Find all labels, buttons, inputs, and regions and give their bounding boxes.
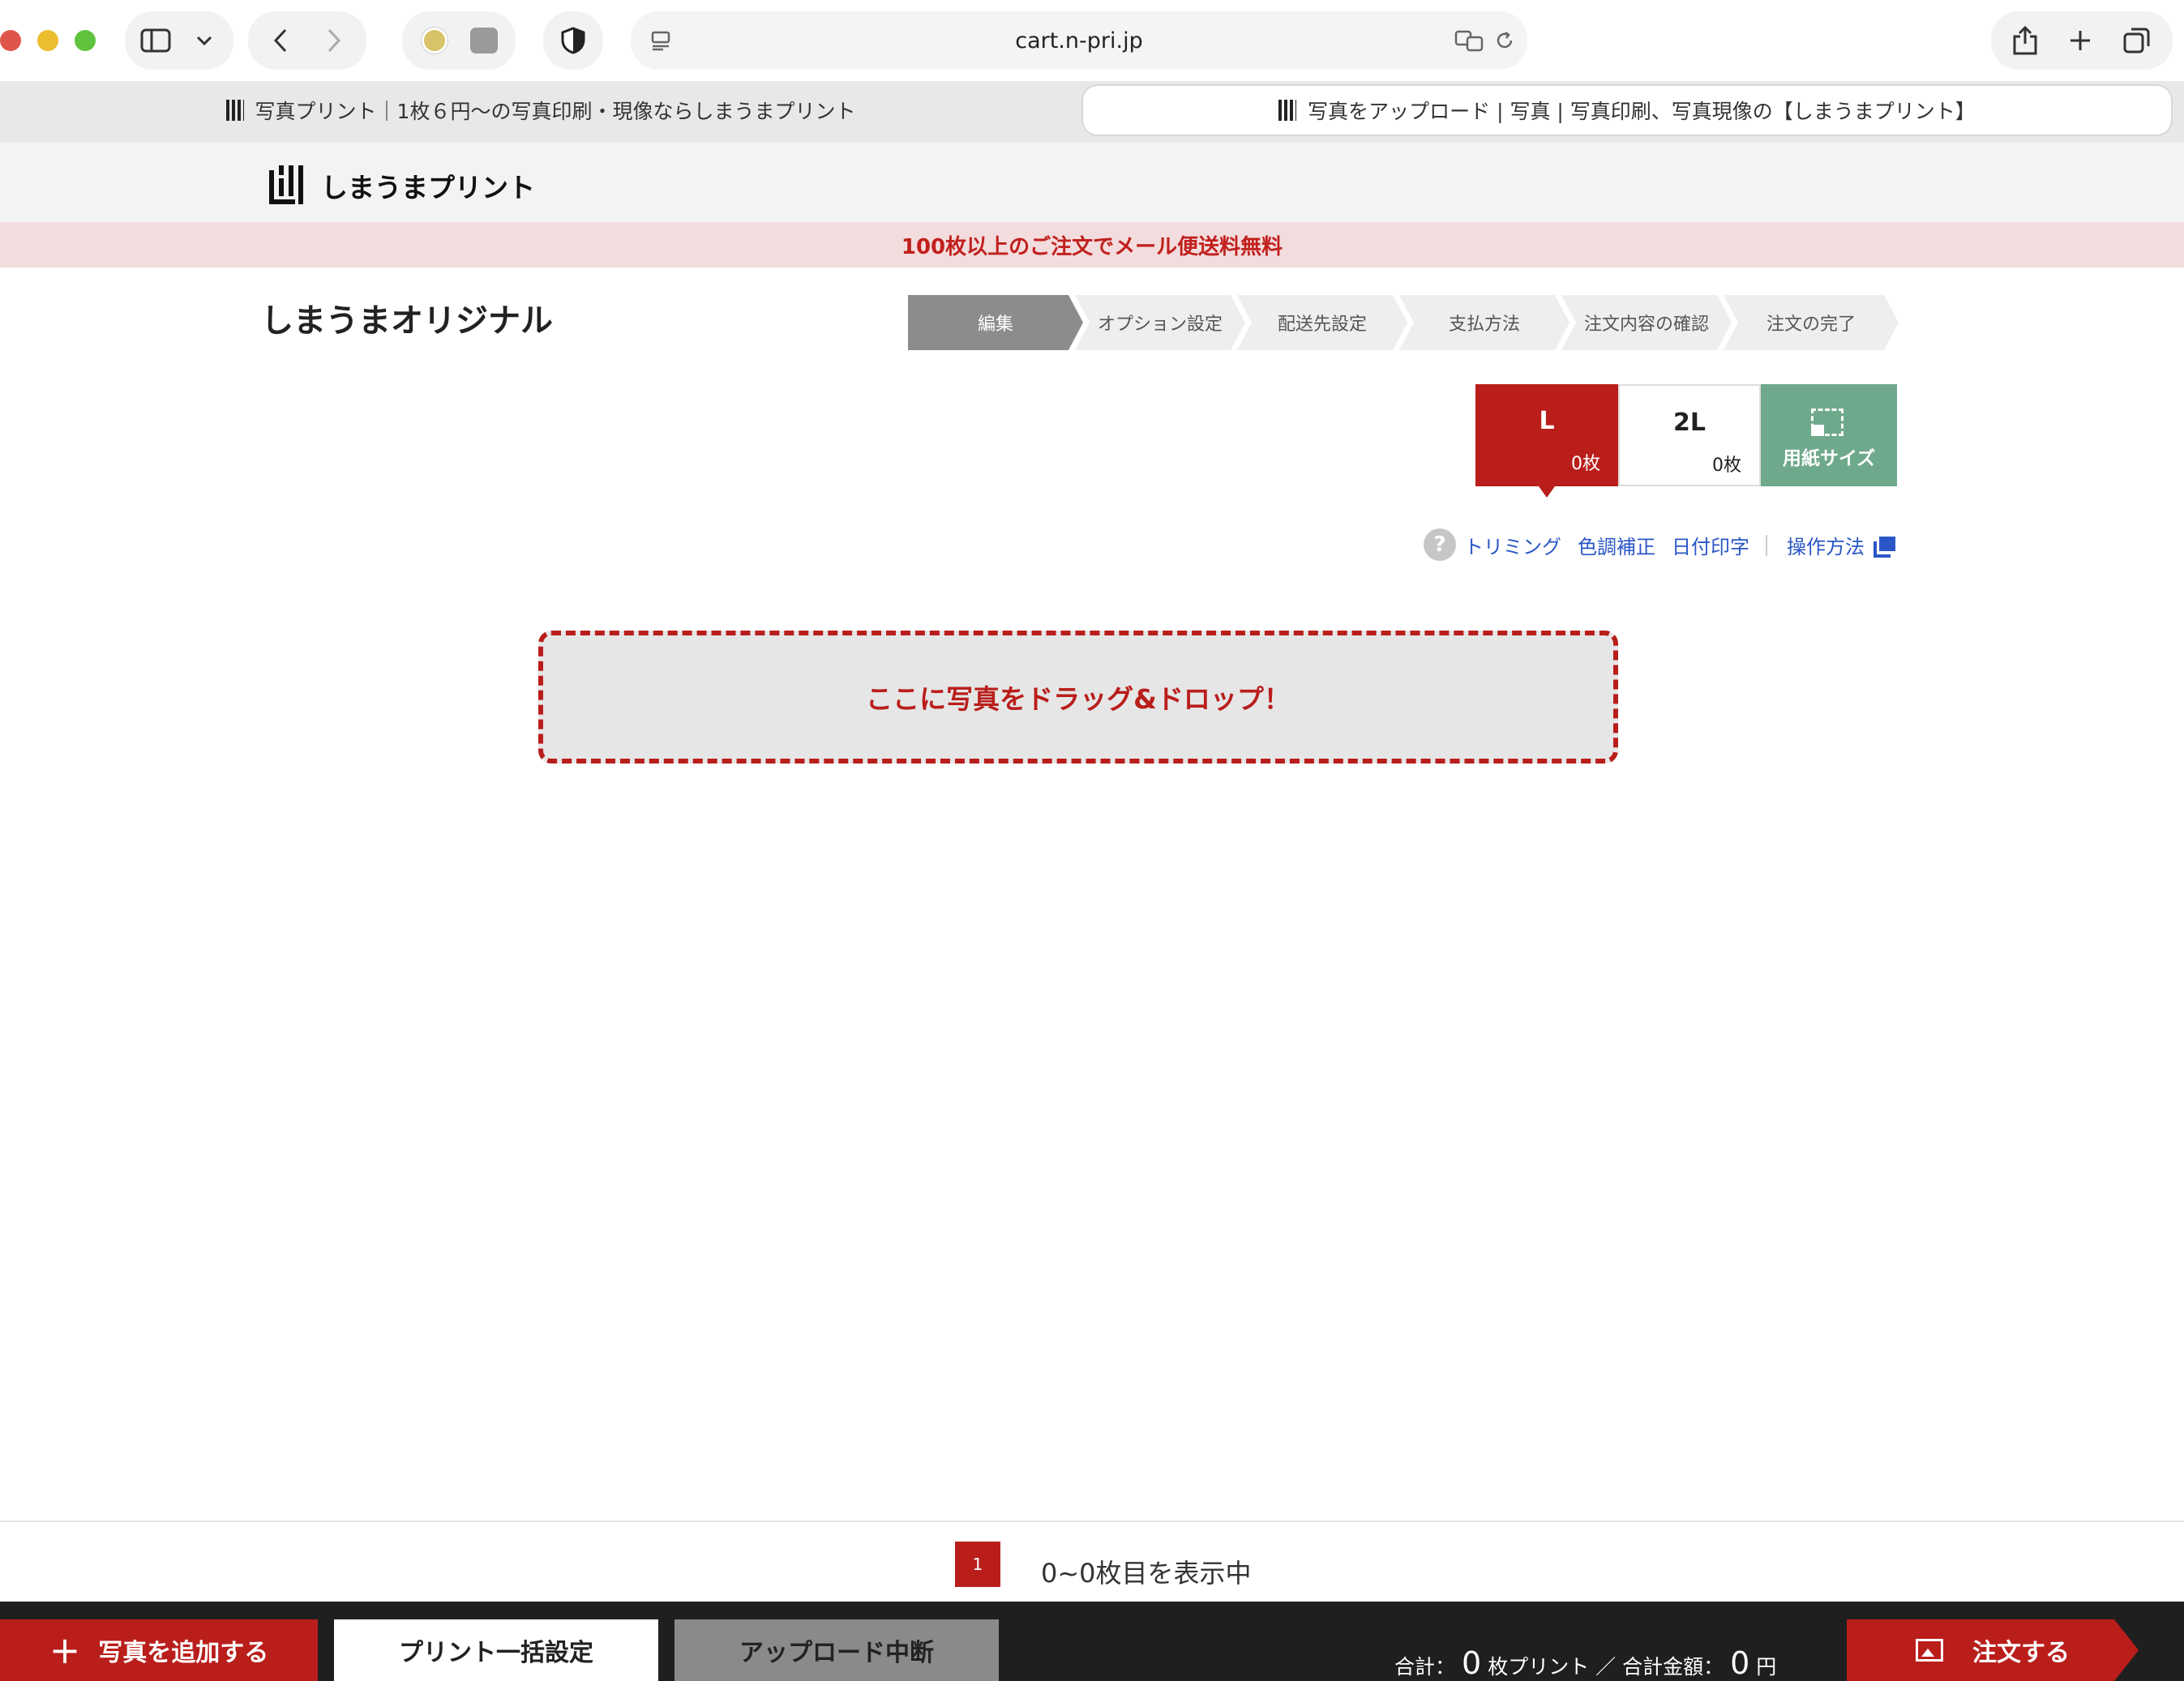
active-size-pointer bbox=[1539, 486, 1555, 498]
add-photo-label: 写真を追加する bbox=[98, 1639, 269, 1667]
sidebar-icon bbox=[139, 26, 172, 55]
tab-overview-icon[interactable] bbox=[2121, 24, 2153, 57]
abort-upload-button[interactable]: アップロード中断 bbox=[674, 1619, 999, 1681]
translate-icon[interactable] bbox=[1453, 28, 1485, 53]
help-icon[interactable]: ? bbox=[1424, 528, 1456, 561]
favicon-icon bbox=[225, 100, 244, 121]
trimming-link[interactable]: トリミング bbox=[1464, 528, 1561, 561]
favicon-icon bbox=[1278, 100, 1297, 121]
extension-icon[interactable] bbox=[422, 28, 448, 53]
site-logo-text[interactable]: しまうまプリント bbox=[321, 167, 535, 204]
page-button-current[interactable]: 1 bbox=[955, 1542, 1000, 1587]
plus-icon: + bbox=[49, 1628, 81, 1672]
history-nav bbox=[248, 11, 366, 70]
back-button[interactable] bbox=[264, 24, 297, 57]
tab-title: 写真プリント｜1枚６円〜の写真印刷・現像ならしまうまプリント bbox=[255, 100, 856, 123]
step-shipping: 配送先設定 bbox=[1237, 295, 1407, 350]
paper-size-icon-fill bbox=[1811, 425, 1824, 436]
date-print-link[interactable]: 日付印字 bbox=[1672, 528, 1749, 561]
new-tab-icon[interactable] bbox=[2064, 24, 2096, 57]
logo-icon[interactable] bbox=[268, 164, 308, 206]
minimize-window-button[interactable] bbox=[37, 30, 58, 51]
total-price: 0 bbox=[1730, 1645, 1750, 1681]
order-button[interactable]: 注文する bbox=[1847, 1619, 2139, 1681]
photo-drop-zone[interactable]: ここに写真をドラッグ&ドロップ！ bbox=[538, 631, 1618, 764]
bulk-print-settings-button[interactable]: プリント一括設定 bbox=[334, 1619, 658, 1681]
order-steps: 編集 オプション設定 配送先設定 支払方法 注文内容の確認 注文の完了 bbox=[908, 295, 1899, 350]
step-complete: 注文の完了 bbox=[1724, 295, 1899, 350]
promo-banner: 100枚以上のご注文でメール便送料無料 bbox=[0, 222, 2184, 267]
total-label: 合計： bbox=[1394, 1655, 1456, 1679]
forward-button[interactable] bbox=[318, 24, 350, 57]
extensions-group bbox=[402, 11, 516, 70]
sidebar-toggle[interactable] bbox=[125, 11, 233, 70]
close-window-button[interactable] bbox=[0, 30, 21, 51]
step-confirm: 注文内容の確認 bbox=[1561, 295, 1732, 350]
extension-icon[interactable] bbox=[470, 28, 498, 53]
size-name: 2L bbox=[1673, 408, 1706, 437]
step-edit: 編集 bbox=[908, 295, 1083, 350]
step-options: オプション設定 bbox=[1075, 295, 1245, 350]
order-totals: 合計： 0 枚プリント ／ 合計金額： 0 円 bbox=[1394, 1645, 1776, 1681]
size-count: 0枚 bbox=[1571, 454, 1600, 474]
image-icon bbox=[1916, 1639, 1943, 1662]
size-count: 0枚 bbox=[1712, 456, 1741, 476]
page-title: しまうまオリジナル bbox=[261, 302, 553, 340]
share-icon[interactable] bbox=[2009, 23, 2041, 58]
tab-upload-photos[interactable]: 写真をアップロード | 写真 | 写真印刷、写真現像の【しまうまプリント】 bbox=[1081, 84, 2173, 136]
privacy-shield-button[interactable] bbox=[543, 11, 603, 70]
address-bar[interactable]: cart.n-pri.jp bbox=[631, 11, 1527, 70]
shield-icon bbox=[558, 24, 589, 57]
color-correction-link[interactable]: 色調補正 bbox=[1578, 528, 1655, 561]
showing-range-text: 0~0枚目を表示中 bbox=[1041, 1558, 1252, 1589]
currency: 円 bbox=[1756, 1655, 1777, 1679]
paper-size-label: 用紙サイズ bbox=[1782, 448, 1876, 469]
footer-divider bbox=[0, 1521, 2184, 1522]
window-actions bbox=[1991, 11, 2173, 70]
add-photo-button[interactable]: + 写真を追加する bbox=[0, 1619, 318, 1681]
reload-icon[interactable] bbox=[1492, 28, 1518, 53]
chevron-down-icon[interactable] bbox=[190, 29, 219, 52]
url-text[interactable]: cart.n-pri.jp bbox=[631, 11, 1527, 70]
zoom-window-button[interactable] bbox=[75, 30, 96, 51]
tools-divider bbox=[1766, 535, 1767, 556]
total-count: 0 bbox=[1462, 1645, 1482, 1681]
size-tab-2l[interactable]: 2L 0枚 bbox=[1618, 384, 1761, 486]
order-label: 注文する bbox=[1972, 1639, 2070, 1667]
step-payment: 支払方法 bbox=[1399, 295, 1569, 350]
howto-link[interactable]: 操作方法 bbox=[1787, 528, 1865, 561]
size-tab-l[interactable]: L 0枚 bbox=[1475, 384, 1618, 486]
external-window-icon[interactable] bbox=[1873, 535, 1897, 558]
tab-shimauma-home[interactable]: 写真プリント｜1枚６円〜の写真印刷・現像ならしまうまプリント bbox=[0, 84, 1081, 136]
tab-title: 写真をアップロード | 写真 | 写真印刷、写真現像の【しまうまプリント】 bbox=[1308, 100, 1976, 123]
size-name: L bbox=[1539, 407, 1555, 435]
total-unit: 枚プリント ／ 合計金額： bbox=[1488, 1655, 1724, 1679]
